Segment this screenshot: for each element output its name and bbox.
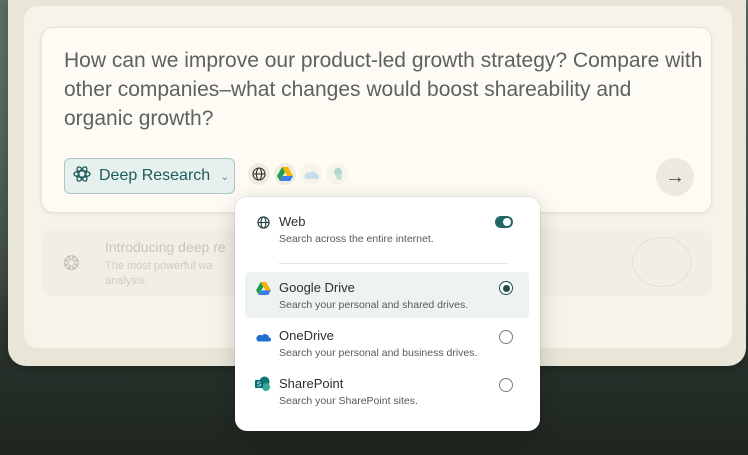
globe-icon[interactable] bbox=[248, 163, 270, 185]
option-label: SharePoint bbox=[279, 376, 344, 391]
source-option-google-drive[interactable]: Google Drive Search your personal and sh… bbox=[245, 272, 529, 318]
promo-title: Introducing deep re bbox=[105, 239, 226, 255]
send-button[interactable]: → bbox=[656, 158, 694, 196]
option-description: Search across the entire internet. bbox=[279, 233, 434, 245]
prompt-composer[interactable]: How can we improve our product-led growt… bbox=[41, 27, 712, 213]
sharepoint-icon[interactable] bbox=[326, 163, 348, 185]
promo-description: The most powerful wa analysis. bbox=[105, 260, 213, 287]
option-description: Search your personal and shared drives. bbox=[279, 299, 469, 311]
promo-decoration bbox=[632, 237, 692, 287]
sharepoint-radio[interactable] bbox=[499, 378, 513, 392]
mode-label: Deep Research bbox=[99, 167, 211, 184]
atom-icon bbox=[73, 165, 91, 188]
option-label: Web bbox=[279, 214, 306, 229]
web-toggle[interactable] bbox=[495, 216, 513, 228]
arrow-right-icon: → bbox=[665, 165, 685, 188]
sharepoint-logo-letter: S bbox=[257, 382, 262, 389]
deep-research-mode-button[interactable]: Deep Research ⌄ bbox=[64, 158, 235, 194]
google-drive-icon bbox=[255, 280, 271, 296]
onedrive-cloud-icon[interactable] bbox=[300, 163, 322, 185]
source-option-onedrive[interactable]: OneDrive Search your personal and busine… bbox=[245, 328, 529, 368]
source-icons[interactable] bbox=[248, 163, 348, 185]
google-drive-icon[interactable] bbox=[274, 163, 296, 185]
globe-icon bbox=[255, 214, 271, 230]
onedrive-radio[interactable] bbox=[499, 330, 513, 344]
promo-logo-icon: ❂ bbox=[63, 253, 80, 275]
option-description: Search your personal and business drives… bbox=[279, 347, 478, 359]
onedrive-cloud-icon bbox=[255, 328, 271, 344]
chevron-down-icon: ⌄ bbox=[220, 170, 230, 183]
sharepoint-icon: S bbox=[255, 376, 271, 392]
option-description: Search your SharePoint sites. bbox=[279, 395, 418, 407]
menu-divider bbox=[279, 263, 507, 264]
prompt-text[interactable]: How can we improve our product-led growt… bbox=[64, 46, 704, 133]
sources-dropdown-menu: Web Search across the entire internet. G… bbox=[235, 197, 540, 431]
option-label: OneDrive bbox=[279, 328, 334, 343]
google-drive-radio[interactable] bbox=[499, 281, 513, 295]
option-label: Google Drive bbox=[279, 280, 355, 295]
source-option-sharepoint[interactable]: S SharePoint Search your SharePoint site… bbox=[245, 376, 529, 416]
source-option-web[interactable]: Web Search across the entire internet. bbox=[245, 214, 529, 254]
